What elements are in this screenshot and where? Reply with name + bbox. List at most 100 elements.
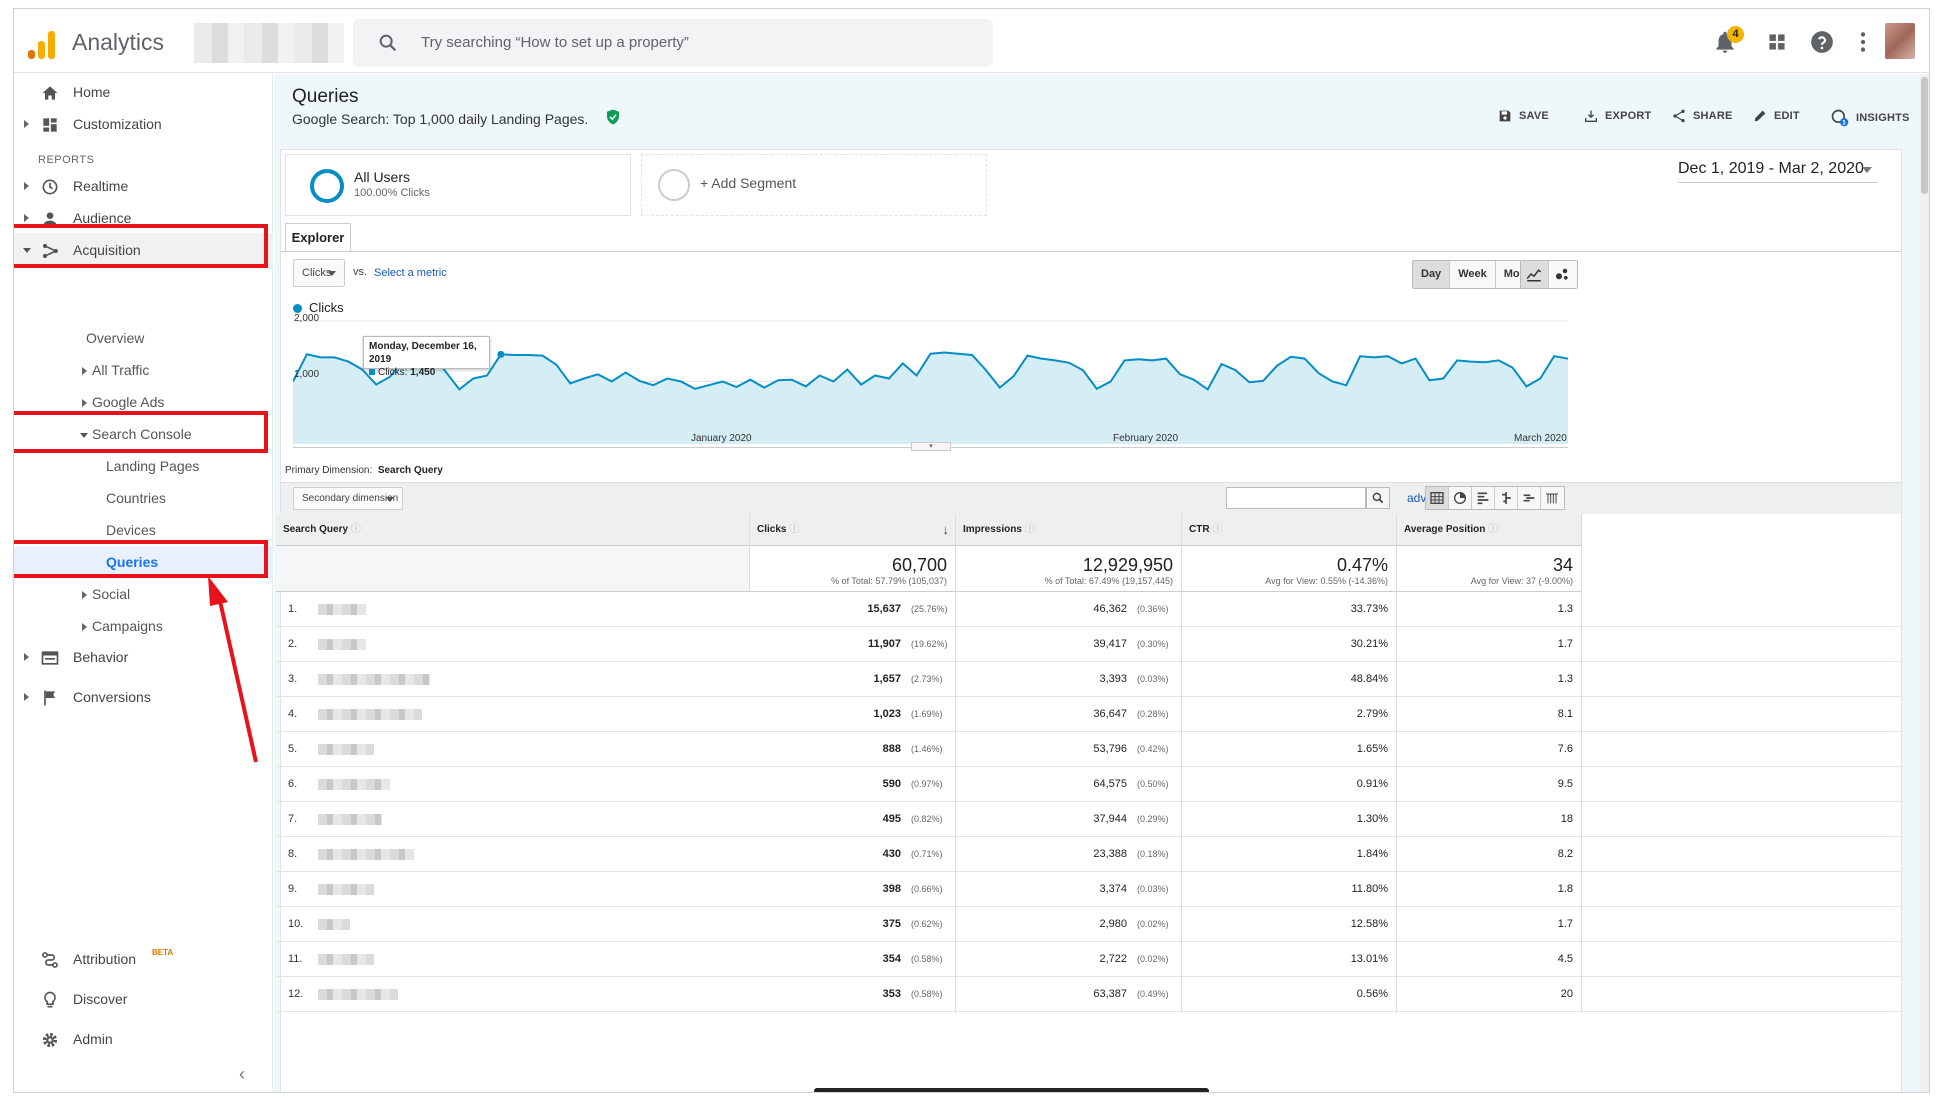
save-button[interactable]: SAVE	[1497, 108, 1549, 124]
chart-point-highlighted[interactable]	[497, 350, 505, 358]
expand-arrow-icon	[82, 367, 87, 375]
search-query-link[interactable]	[318, 814, 382, 825]
global-search[interactable]: Try searching “How to set up a property”	[353, 19, 993, 67]
search-query-link[interactable]	[318, 709, 422, 720]
search-input[interactable]: Try searching “How to set up a property”	[421, 34, 689, 51]
page-subtitle: Google Search: Top 1,000 daily Landing P…	[292, 111, 589, 127]
chart-resize-handle[interactable]: ▾	[911, 442, 951, 451]
help-icon[interactable]: ⓘ	[1212, 524, 1222, 535]
column-header-average-position[interactable]: Average Position ⓘ	[1397, 514, 1582, 546]
select-metric-link[interactable]: Select a metric	[374, 267, 447, 279]
day-button[interactable]: Day	[1413, 261, 1451, 288]
column-header-search-query[interactable]: Search Query ⓘ	[276, 514, 750, 546]
vertical-scrollbar[interactable]	[1920, 74, 1929, 1092]
help-icon[interactable]: ⓘ	[789, 524, 799, 535]
sidebar-item-label: Admin	[73, 1031, 113, 1047]
cell-percent: (0.02%)	[1137, 954, 1169, 964]
date-range-caret-icon[interactable]	[1862, 167, 1872, 173]
sort-descending-arrow-icon[interactable]: ↓	[943, 514, 950, 546]
sidebar-item-search-console[interactable]: Search Console	[80, 426, 192, 442]
search-query-link[interactable]	[318, 884, 374, 895]
sidebar-item-acquisition[interactable]: Acquisition	[14, 233, 273, 267]
sidebar-item-social[interactable]: Social	[82, 586, 130, 602]
search-query-link[interactable]	[318, 919, 350, 930]
table-filter-search-button[interactable]	[1366, 487, 1390, 509]
sidebar-item-queries[interactable]: Queries	[106, 554, 158, 570]
apps-grid-icon[interactable]	[1764, 29, 1790, 55]
search-query-link[interactable]	[318, 989, 398, 1000]
date-range-picker[interactable]: Dec 1, 2019 - Mar 2, 2020	[1678, 160, 1864, 178]
horizontal-scrollbar-thumb[interactable]	[814, 1088, 1209, 1092]
search-query-link[interactable]	[318, 604, 366, 615]
row-number: 11.	[288, 953, 303, 965]
comparison-view-icon[interactable]	[1495, 487, 1518, 509]
table-filter-input[interactable]	[1226, 487, 1366, 509]
sidebar-item-audience[interactable]: Audience	[14, 201, 273, 235]
more-vert-icon[interactable]	[1850, 29, 1876, 55]
vertical-scrollbar-thumb[interactable]	[1921, 77, 1928, 194]
sidebar-item-customization[interactable]: Customization	[14, 107, 273, 141]
cell-percent: (0.42%)	[1137, 744, 1169, 754]
sidebar-item-admin[interactable]: Admin	[14, 1022, 273, 1056]
tab-explorer[interactable]: Explorer	[285, 223, 351, 252]
help-icon[interactable]: ⓘ	[351, 524, 361, 535]
sidebar-item-google-ads[interactable]: Google Ads	[82, 394, 164, 410]
export-button[interactable]: EXPORT	[1583, 108, 1651, 124]
sidebar-item-home[interactable]: Home	[14, 75, 273, 109]
pie-view-icon[interactable]	[1449, 487, 1472, 509]
sidebar-item-realtime[interactable]: Realtime	[14, 169, 273, 203]
column-header-impressions[interactable]: Impressions ⓘ	[956, 514, 1182, 546]
search-query-link[interactable]	[318, 744, 374, 755]
column-header-clicks[interactable]: Clicks ⓘ ↓	[750, 514, 956, 546]
search-query-link[interactable]	[318, 639, 366, 650]
cell-clicks: 1,657 (2.73%)	[750, 662, 956, 697]
data-table-view-icon[interactable]	[1426, 487, 1449, 509]
sidebar-item-all-traffic[interactable]: All Traffic	[82, 362, 149, 378]
sidebar-item-campaigns[interactable]: Campaigns	[82, 618, 163, 634]
search-query-link[interactable]	[318, 849, 414, 860]
app-title[interactable]: Analytics	[72, 29, 164, 56]
metric-dropdown[interactable]: Clicks	[293, 259, 345, 287]
column-header-ctr[interactable]: CTR ⓘ	[1182, 514, 1397, 546]
line-chart-button[interactable]	[1521, 261, 1549, 288]
insights-button[interactable]: 1 INSIGHTS	[1830, 108, 1910, 128]
expand-arrow-icon	[24, 653, 29, 661]
secondary-dimension-dropdown[interactable]: Secondary dimension	[293, 487, 403, 510]
help-icon[interactable]	[1809, 29, 1835, 55]
sidebar-item-overview[interactable]: Overview	[86, 330, 144, 346]
performance-view-icon[interactable]	[1472, 487, 1495, 509]
y-tick-2000: 2,000	[294, 313, 320, 324]
sidebar-item-attribution[interactable]: Attribution BETA	[14, 942, 273, 976]
search-query-link[interactable]	[318, 779, 390, 790]
help-icon[interactable]: ⓘ	[1025, 524, 1035, 535]
sidebar-item-countries[interactable]: Countries	[106, 490, 166, 506]
sidebar-item-discover[interactable]: Discover	[14, 982, 273, 1016]
segment-all-users[interactable]: All Users 100.00% Clicks	[285, 154, 631, 216]
cell-percent: (0.02%)	[1137, 919, 1169, 929]
cell-impressions: 63,387 (0.49%)	[956, 977, 1182, 1012]
term-cloud-view-icon[interactable]	[1518, 487, 1541, 509]
verified-shield-icon	[607, 109, 619, 125]
share-button[interactable]: SHARE	[1671, 108, 1733, 124]
collapse-sidebar-chevron-icon[interactable]: ‹	[239, 1064, 245, 1085]
search-query-link[interactable]	[318, 674, 430, 685]
motion-chart-button[interactable]	[1549, 261, 1577, 288]
add-segment-button[interactable]: + Add Segment	[641, 154, 987, 216]
share-icon	[1673, 109, 1685, 123]
pivot-view-icon[interactable]	[1541, 487, 1564, 509]
table-row: 9. 398 (0.66%) 3,374 (0.03%) 11.80% 1.8	[276, 872, 1903, 907]
account-selector[interactable]	[194, 23, 344, 63]
primary-dimension-value[interactable]: Search Query	[378, 465, 443, 476]
sidebar-item-landing-pages[interactable]: Landing Pages	[106, 458, 199, 474]
help-icon[interactable]: ⓘ	[1488, 524, 1498, 535]
analytics-logo-icon[interactable]	[28, 29, 58, 59]
sidebar-item-devices[interactable]: Devices	[106, 522, 156, 538]
gear-icon	[42, 1032, 58, 1048]
sidebar-item-label: Audience	[73, 210, 132, 226]
totals-value: 12,929,950	[1082, 555, 1173, 575]
tooltip-label: Clicks:	[378, 367, 408, 378]
week-button[interactable]: Week	[1450, 261, 1496, 288]
edit-button[interactable]: EDIT	[1752, 108, 1800, 124]
user-avatar[interactable]	[1885, 23, 1915, 59]
search-query-link[interactable]	[318, 954, 374, 965]
